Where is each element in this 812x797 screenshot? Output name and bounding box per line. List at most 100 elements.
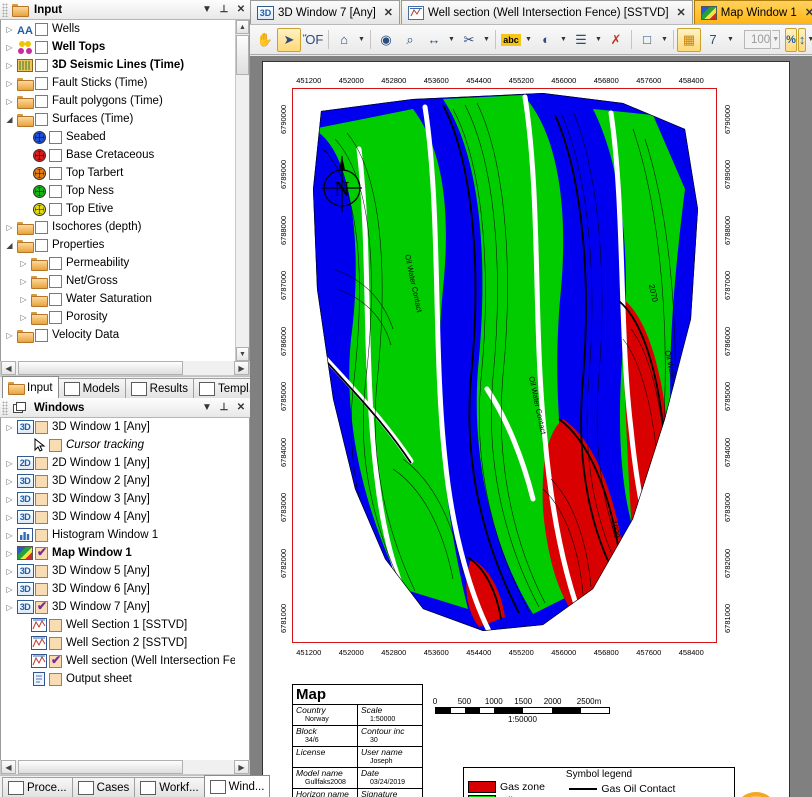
- fit-vertical-button[interactable]: ↕: [798, 28, 807, 52]
- tree-item[interactable]: ▷ Permeability: [1, 254, 235, 272]
- tree-item[interactable]: ▷ 3D Seismic Lines (Time): [1, 56, 235, 74]
- expand-chevron-icon[interactable]: ▷: [3, 585, 16, 594]
- dropdown-caret-icon[interactable]: ▼: [481, 28, 492, 52]
- panel-tab-cases[interactable]: Cases: [72, 777, 136, 797]
- tree-item[interactable]: ▷ Histogram Window 1: [1, 526, 235, 544]
- scroll-left-icon[interactable]: ◀: [1, 361, 16, 375]
- zoom-dropdown-icon[interactable]: ▼: [772, 30, 780, 49]
- expand-chevron-icon[interactable]: ▷: [3, 423, 16, 432]
- expand-chevron-icon[interactable]: ▷: [3, 477, 16, 486]
- fit-vertical-caret-icon[interactable]: ▼: [807, 28, 812, 52]
- dropdown-caret-icon[interactable]: ▼: [725, 28, 736, 52]
- visibility-checkbox[interactable]: [49, 655, 62, 668]
- visibility-checkbox[interactable]: [49, 439, 62, 452]
- expand-chevron-icon[interactable]: ▷: [3, 61, 16, 70]
- visibility-checkbox[interactable]: [35, 113, 48, 126]
- expand-chevron-icon[interactable]: ▷: [3, 79, 16, 88]
- tree-item[interactable]: ▷ Fault polygons (Time): [1, 92, 235, 110]
- expand-chevron-icon[interactable]: ▷: [3, 97, 16, 106]
- input-panel-tabs[interactable]: Input Models Results Templ...: [0, 376, 250, 398]
- expand-chevron-icon[interactable]: ▷: [3, 331, 16, 340]
- visibility-checkbox[interactable]: [35, 23, 48, 36]
- visibility-checkbox[interactable]: [35, 95, 48, 108]
- window-tab[interactable]: Map Window 1 ✕: [694, 0, 812, 24]
- visibility-checkbox[interactable]: [49, 203, 62, 216]
- windows-panel-tabs[interactable]: Proce... Cases Workf... Wind...: [0, 775, 250, 797]
- expand-chevron-icon[interactable]: ▷: [17, 277, 30, 286]
- home-view-icon[interactable]: ⌂: [332, 28, 356, 52]
- percent-button[interactable]: %: [785, 28, 797, 52]
- delete-icon[interactable]: ✗: [604, 28, 628, 52]
- expand-chevron-icon[interactable]: ▷: [3, 495, 16, 504]
- scroll-up-icon[interactable]: ▲: [236, 20, 249, 34]
- tree-item[interactable]: ▷ Fault Sticks (Time): [1, 74, 235, 92]
- visibility-checkbox[interactable]: [35, 59, 48, 72]
- drag-grip[interactable]: [2, 401, 8, 415]
- zoom-input[interactable]: 100: [744, 30, 771, 49]
- scroll-left-icon[interactable]: ◀: [1, 760, 16, 774]
- tree-item[interactable]: ▷ 3D 3D Window 6 [Any]: [1, 580, 235, 598]
- visibility-checkbox[interactable]: [35, 475, 48, 488]
- select-arrow-icon[interactable]: ➤: [277, 28, 301, 52]
- expand-chevron-icon[interactable]: ▷: [3, 25, 16, 34]
- zoom-rectangle-icon[interactable]: ⌕: [398, 28, 422, 52]
- expand-chevron-icon[interactable]: ▷: [17, 313, 30, 322]
- panel-tab-workf[interactable]: Workf...: [134, 777, 204, 797]
- visibility-checkbox[interactable]: [35, 457, 48, 470]
- visibility-checkbox[interactable]: [35, 529, 48, 542]
- visibility-checkbox[interactable]: [49, 149, 62, 162]
- expand-chevron-icon[interactable]: ▷: [3, 459, 16, 468]
- window-tab[interactable]: 3D 3D Window 7 [Any] ✕: [250, 0, 400, 24]
- panel-tab-proce[interactable]: Proce...: [2, 777, 73, 797]
- visibility-checkbox[interactable]: [49, 257, 62, 270]
- panel-tab-models[interactable]: Models: [58, 378, 126, 398]
- tree-item[interactable]: ▷ Net/Gross: [1, 272, 235, 290]
- window-tabbar[interactable]: 3D 3D Window 7 [Any] ✕ Well section (Well I…: [250, 0, 812, 24]
- scroll-down-icon[interactable]: ▼: [236, 347, 249, 361]
- tree-item[interactable]: Output sheet: [1, 670, 235, 688]
- tree-item[interactable]: ▷ 3D 3D Window 1 [Any]: [1, 418, 235, 436]
- tree-item[interactable]: ▷ Water Saturation: [1, 290, 235, 308]
- tree-item[interactable]: Well section (Well Intersection Fence) [: [1, 652, 235, 670]
- map-toolbar[interactable]: ✋ ➤ ὌF ⌂ ▼ ◉ ⌕ ↔ ▼ ✂ ▼ abc ▼ ◐ ▼ ☰ ▼ ✗ □ ▼ ▦ ὏7 ▼ 100 ▼ % ↕ ▼ …: [250, 24, 812, 55]
- visibility-checkbox[interactable]: [35, 565, 48, 578]
- expand-chevron-icon[interactable]: ▷: [3, 513, 16, 522]
- expand-chevron-icon[interactable]: ▷: [3, 549, 16, 558]
- panel-tab-wind[interactable]: Wind...: [204, 775, 271, 797]
- drag-grip[interactable]: [2, 3, 8, 17]
- grid-icon[interactable]: ▦: [677, 28, 701, 52]
- tree-item[interactable]: ▷ Map Window 1: [1, 544, 235, 562]
- dropdown-caret-icon[interactable]: ▼: [593, 28, 604, 52]
- screenshot-camera-icon[interactable]: ὏7: [701, 28, 725, 52]
- dropdown-caret-icon[interactable]: ▼: [356, 28, 367, 52]
- tree-item[interactable]: ▷3D 3D Window 7 [Any]: [1, 598, 235, 616]
- expand-chevron-icon[interactable]: ▷: [17, 295, 30, 304]
- scroll-thumb[interactable]: [236, 35, 249, 75]
- expand-chevron-icon[interactable]: ▷: [3, 603, 16, 612]
- close-icon[interactable]: ✕: [234, 401, 248, 415]
- close-tab-icon[interactable]: ✕: [384, 6, 393, 19]
- tree-item[interactable]: Top Tarbert: [1, 164, 235, 182]
- dropdown-caret-icon[interactable]: ▼: [523, 28, 534, 52]
- tree-item[interactable]: Base Cretaceous: [1, 146, 235, 164]
- window-tab[interactable]: Well section (Well Intersection Fence) […: [401, 0, 693, 24]
- fit-width-icon[interactable]: ↔: [422, 28, 446, 52]
- pan-hand-icon[interactable]: ✋: [253, 28, 277, 52]
- windows-tree-hscrollbar[interactable]: ◀ ▶: [0, 760, 250, 775]
- visibility-checkbox[interactable]: [49, 311, 62, 324]
- tree-item[interactable]: ▷ Porosity: [1, 308, 235, 326]
- tree-item[interactable]: Top Ness: [1, 182, 235, 200]
- collapse-chevron-icon[interactable]: ◢: [3, 115, 16, 124]
- visibility-checkbox[interactable]: [35, 547, 48, 560]
- tree-item[interactable]: ▷ 2D 2D Window 1 [Any]: [1, 454, 235, 472]
- dropdown-caret-icon[interactable]: ▼: [446, 28, 457, 52]
- visibility-checkbox[interactable]: [35, 601, 48, 614]
- panel-tab-input[interactable]: Input: [2, 376, 59, 398]
- input-tree[interactable]: ▷ AA Wells ▷ Well Tops ▷ 3D Seismic Lines (Tim…: [0, 20, 250, 361]
- visibility-checkbox[interactable]: [35, 329, 48, 342]
- visibility-checkbox[interactable]: [49, 275, 62, 288]
- new-page-icon[interactable]: □: [635, 28, 659, 52]
- contrast-icon[interactable]: ◐: [534, 28, 558, 52]
- expand-chevron-icon[interactable]: ▷: [3, 567, 16, 576]
- measure-ruler-icon[interactable]: ὌF: [301, 28, 325, 52]
